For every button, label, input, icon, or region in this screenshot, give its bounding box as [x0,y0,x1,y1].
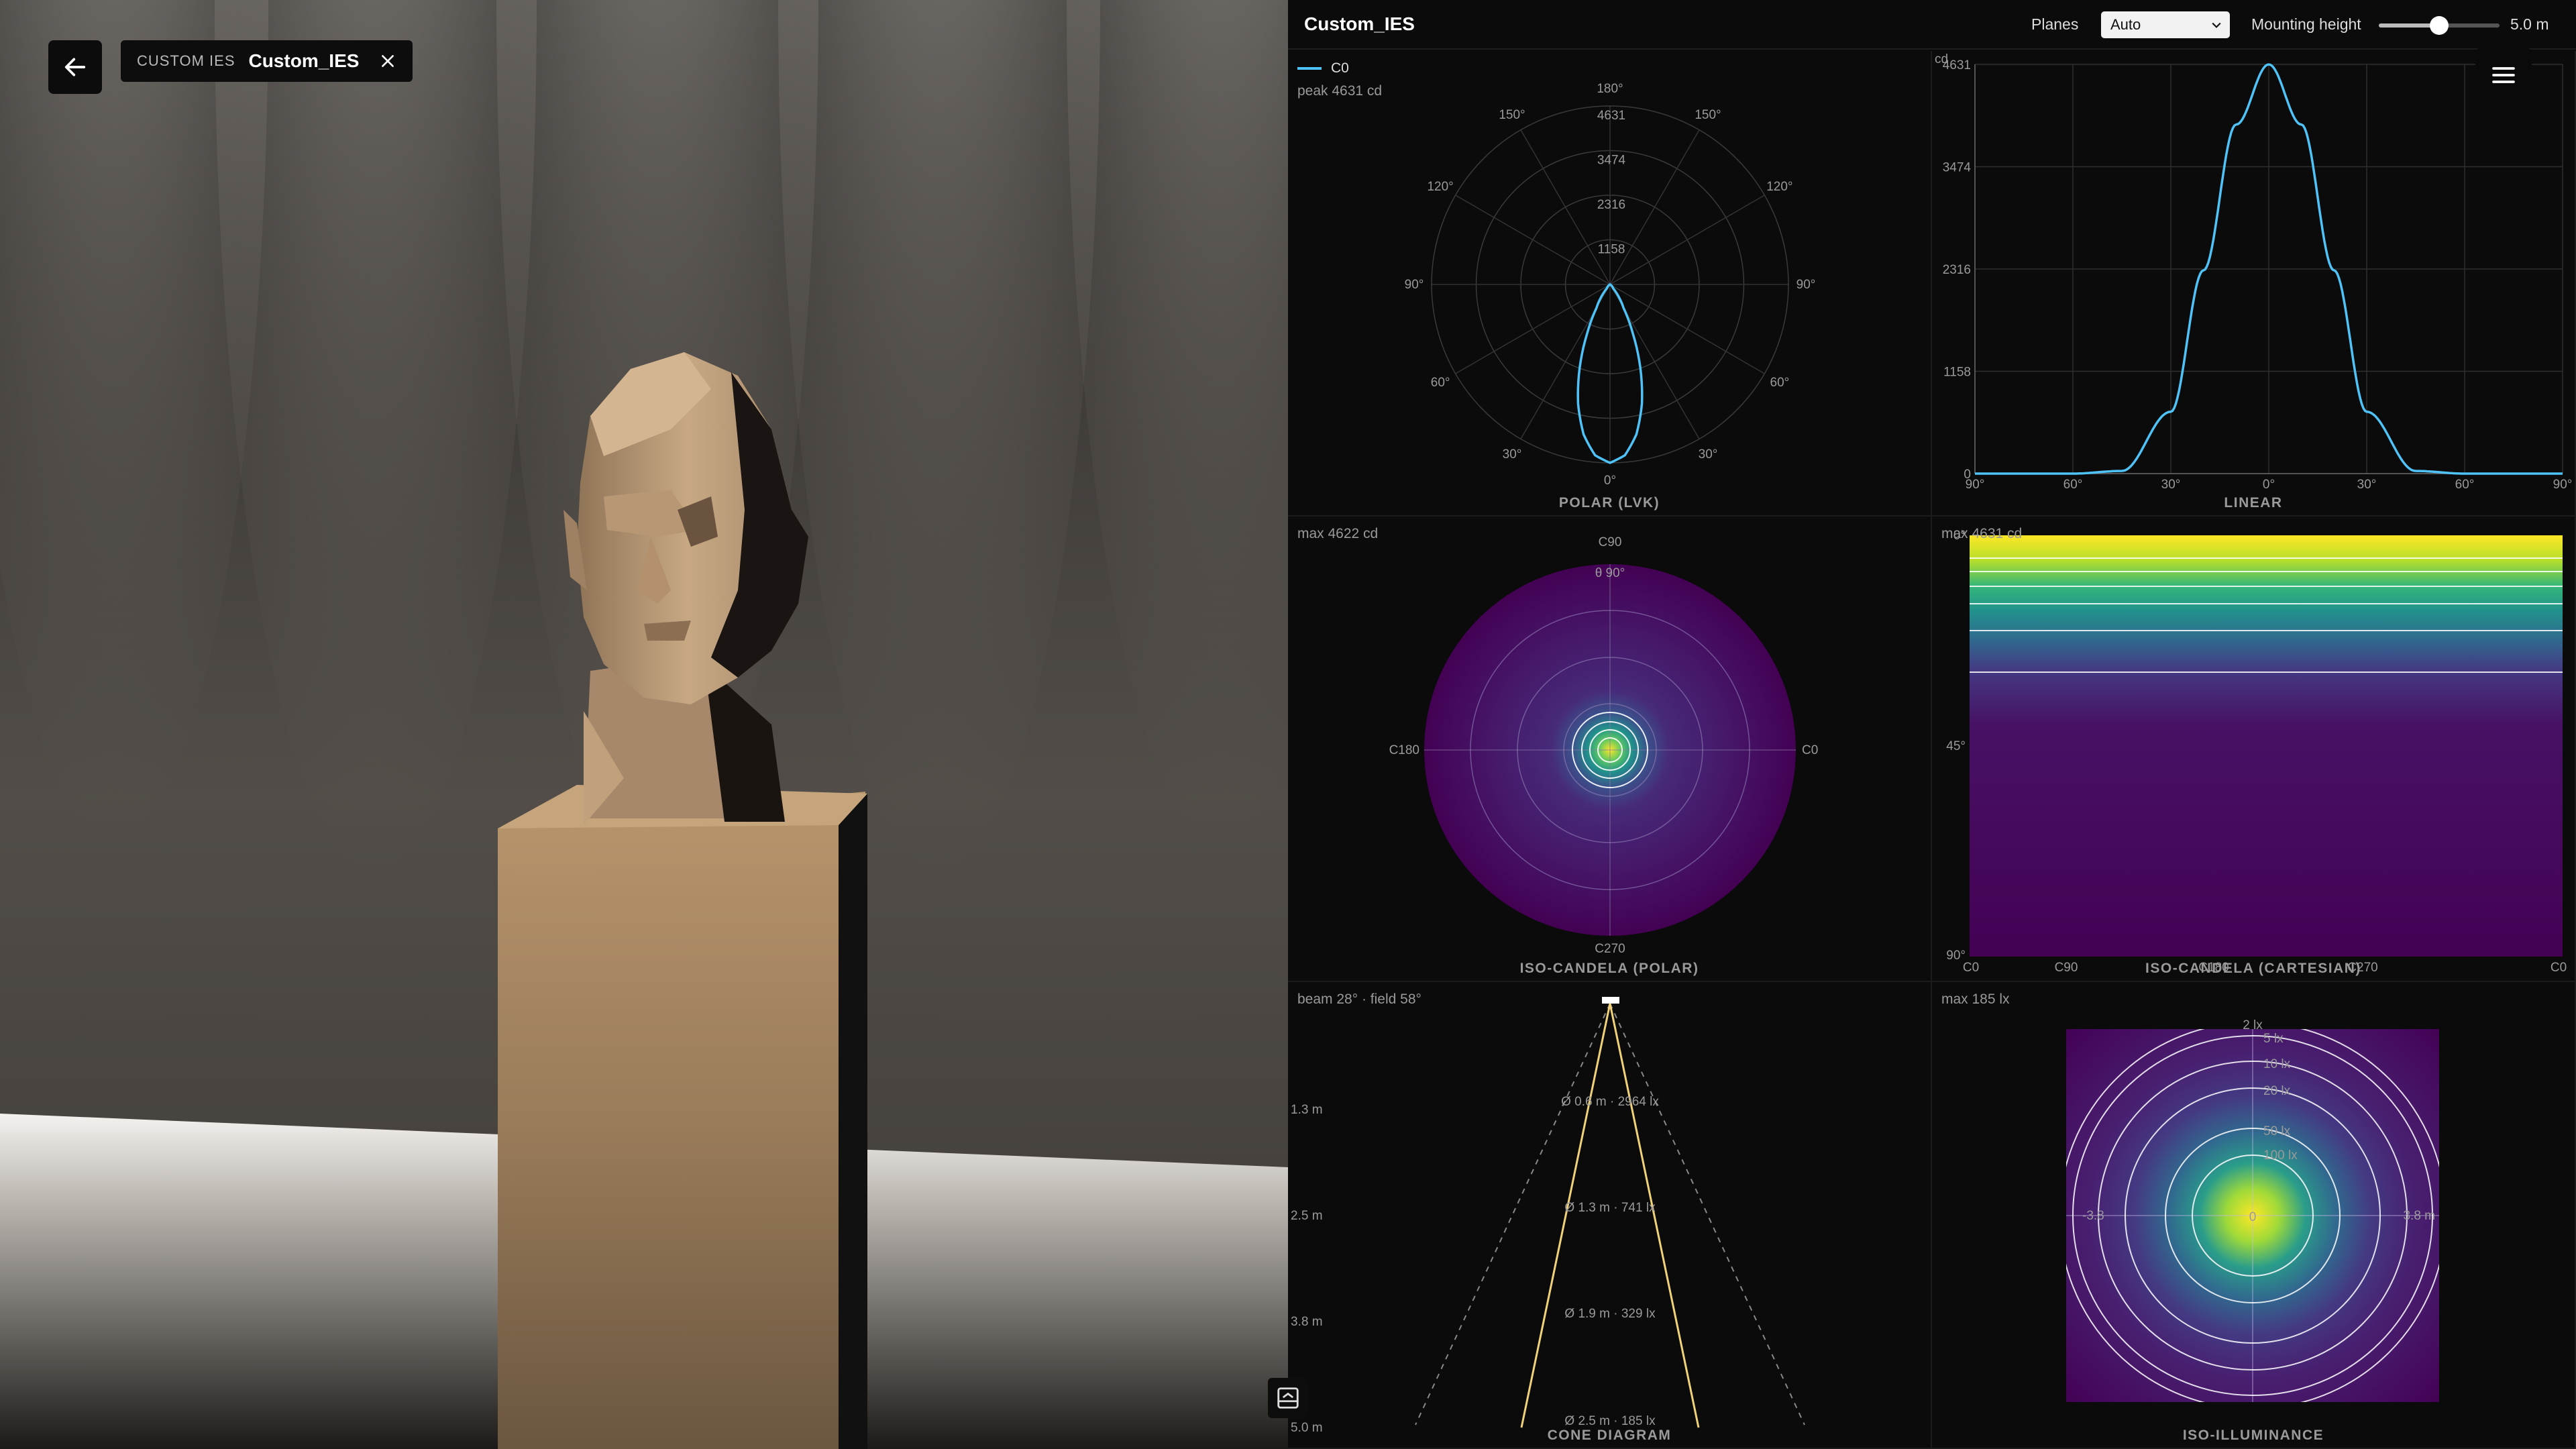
planes-select[interactable]: Auto [2101,11,2230,38]
cone-label: Ø 1.9 m · 329 lx [1564,1307,1656,1321]
iso-polar-right-label: C0 [1802,743,1818,757]
panel-toggle-button[interactable] [1268,1378,1308,1418]
linear-x-tick: 0° [2263,478,2275,492]
polar-angle-label: 180° [1597,82,1623,96]
cone-diagram: beam 28° · field 58° 1.3 m 2.5 m 3.8 m 5… [1288,982,1932,1449]
linear-x-tick: 90° [2553,478,2573,492]
linear-x-tick: 60° [2455,478,2475,492]
menu-button[interactable] [2475,48,2532,102]
polar-angle-label: 150° [1499,108,1525,122]
iso-lux-contour: 20 lx [2263,1084,2291,1098]
file-pill: CUSTOM IES Custom_IES [121,40,413,82]
file-name-label: Custom_IES [248,50,360,71]
linear-x-tick: 30° [2161,478,2181,492]
mounting-height-slider[interactable] [2379,16,2500,35]
iso-polar-plot: C90 θ 90° C180 C0 C270 [1389,535,1819,956]
polar-ring-label: 3474 [1597,154,1626,168]
iso-lux-caption: ISO-ILLUMINANCE [2182,1428,2324,1443]
scene-render [0,0,1288,1449]
mounting-height-label: Mounting height [2251,15,2361,33]
linear-y-tick: 3474 [1943,161,1972,175]
iso-lux-contour: 5 lx [2263,1032,2284,1046]
linear-x-tick: 60° [2063,478,2083,492]
iso-candela-polar-chart: max 4622 cd C90 θ 90° C180 C0 C270 ISO-C… [1288,517,1932,982]
polar-ring-label: 4631 [1597,109,1625,123]
iso-lux-center-label: 0 [2249,1210,2257,1224]
polar-angle-label: 120° [1427,180,1453,194]
cone-label: Ø 1.3 m · 741 lx [1564,1201,1656,1215]
iso-cartesian-plot: 0° 45° 90° C0 C90 C180 C270 C0 [1946,529,2567,975]
polar-grid-spoke [1455,195,1611,285]
iso-lux-contour: 50 lx [2263,1124,2291,1138]
cone-label: Ø 0.6 m · 2964 lx [1561,1095,1659,1109]
linear-y-tick: 2316 [1943,263,1971,277]
polar-angle-label: 30° [1503,447,1522,462]
linear-x-tick: 30° [2357,478,2377,492]
iso-candela-cartesian-chart: 0° 45° 90° C0 C90 C180 C270 C0 max 4631 … [1932,517,2576,982]
polar-angle-label: 120° [1766,180,1792,194]
chevron-down-icon [2212,22,2221,28]
iso-illuminance-chart: max 185 lx 2 lx 5 lx 10 lx 20 lx 50 lx 1… [1932,982,2576,1449]
planes-label: Planes [2031,15,2079,33]
cone-caption: CONE DIAGRAM [1547,1428,1672,1443]
iso-polar-theta-label: θ 90° [1595,566,1625,580]
polar-ring-label: 1158 [1598,243,1625,257]
polar-angle-label: 150° [1695,108,1721,122]
polar-angle-label: 90° [1405,278,1424,292]
3d-viewport[interactable]: CUSTOM IES Custom_IES [0,0,1288,1449]
polar-grid-spoke [1609,284,1765,374]
polar-lvk-chart: C0 peak 4631 cd 1158 2316 3474 4631 180° 150°… [1288,51,1932,517]
polar-grid-spoke [1609,195,1765,285]
cone-distance: 1.3 m [1291,1103,1323,1117]
polar-angle-label: 60° [1431,376,1450,390]
polar-ring-label: 2316 [1597,198,1625,212]
polar-angle-label: 60° [1770,376,1790,390]
iso-lux-left-label: -3.8 [2082,1209,2104,1223]
iso-cart-y-tick: 45° [1946,739,1966,753]
linear-caption: LINEAR [2224,495,2283,511]
back-button[interactable] [48,40,102,94]
linear-chart: cd 4631 3474 2316 1158 0 90° 60° 30° 0° 30° 60° 90° … [1932,51,2576,517]
polar-plot: 1158 2316 3474 4631 180° 150° 150° 120° 120° 90° 9… [1405,82,1816,488]
panel-toggle-icon [1277,1387,1299,1409]
mounting-height-value: 5.0 m [2510,15,2549,33]
iso-lux-contour: 2 lx [2243,1018,2263,1032]
close-icon [382,55,394,67]
cone-distance: 3.8 m [1291,1315,1323,1329]
planes-select-value: Auto [2110,16,2141,33]
panel-toolbar: Custom_IES Planes Auto Mounting height 5… [1288,0,2576,50]
iso-cart-max-note: max 4631 cd [1941,526,2023,541]
polar-caption: POLAR (LVK) [1558,495,1660,511]
photometry-panel: Custom_IES Planes Auto Mounting height 5… [1288,0,2576,1449]
hamburger-menu-icon [2492,67,2515,83]
iso-polar-bottom-label: C270 [1595,942,1625,956]
iso-lux-contour: 10 lx [2263,1057,2291,1071]
iso-lux-plot: 2 lx 5 lx 10 lx 20 lx 50 lx 100 lx -3.8 … [2066,1018,2439,1402]
file-kind-label: CUSTOM IES [137,52,235,69]
iso-polar-top-label: C90 [1599,535,1622,549]
iso-cart-caption: ISO-CANDELA (CARTESIAN) [2145,961,2361,976]
iso-lux-right-label: 3.8 m [2403,1209,2435,1223]
slider-knob[interactable] [2430,16,2449,35]
panel-title: Custom_IES [1304,13,1415,34]
iso-polar-left-label: C180 [1389,743,1419,757]
linear-x-tick: 90° [1966,478,1985,492]
linear-plot: cd4631347423161158090° 60° 30° 0° 30° 60° 90° [1935,52,2573,492]
polar-angle-label: 30° [1699,447,1718,462]
cone-distance: 2.5 m [1291,1209,1323,1223]
linear-y-tick: 1158 [1943,366,1971,380]
arrow-left-icon [64,58,86,76]
cone-label: Ø 2.5 m · 185 lx [1564,1414,1656,1428]
iso-lux-contour: 100 lx [2263,1148,2298,1163]
close-file-button[interactable] [379,52,396,70]
polar-angle-label: 90° [1796,278,1816,292]
iso-polar-caption: ISO-CANDELA (POLAR) [1519,961,1699,976]
linear-y-tick: 4631 [1943,58,1971,72]
polar-angle-label: 0° [1604,474,1616,488]
cone-plot: 1.3 m 2.5 m 3.8 m 5.0 m Ø 0.6 m · 2964 l… [1291,997,1805,1435]
polar-grid-spoke [1455,284,1611,374]
